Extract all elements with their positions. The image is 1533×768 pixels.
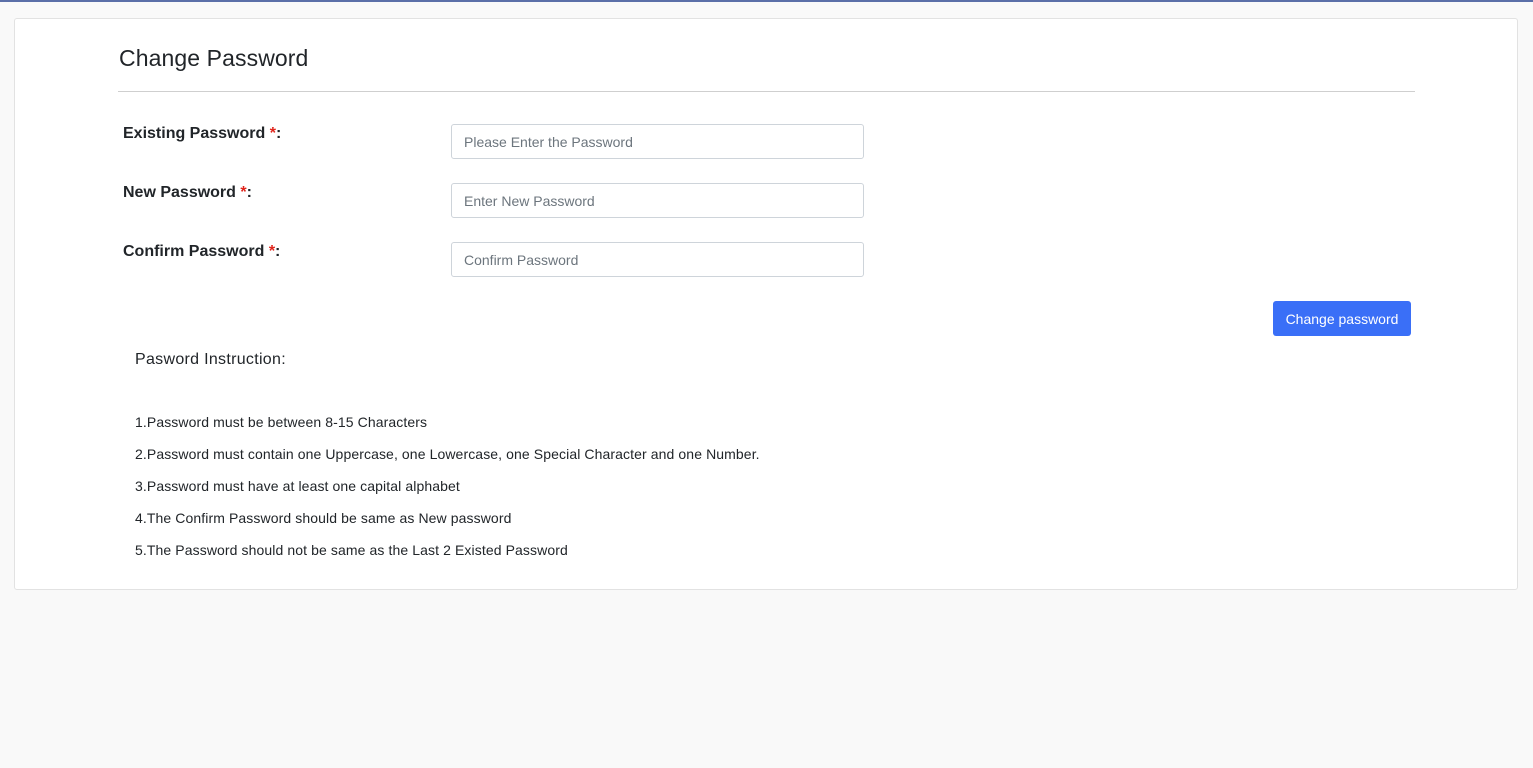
label-colon: : (275, 243, 281, 260)
existing-password-label-text: Existing Password (123, 125, 270, 142)
instruction-item: 3.Password must have at least one capita… (135, 478, 460, 494)
new-password-label-text: New Password (123, 184, 241, 201)
instruction-item: 2.Password must contain one Uppercase, o… (135, 446, 760, 462)
confirm-password-label: Confirm Password *: (123, 243, 280, 261)
confirm-password-label-text: Confirm Password (123, 243, 269, 260)
instructions-heading: Pasword Instruction: (135, 351, 286, 368)
change-password-card: Change Password Existing Password *: New… (14, 18, 1518, 590)
instruction-item: 4.The Confirm Password should be same as… (135, 510, 512, 526)
existing-password-label: Existing Password *: (123, 125, 281, 143)
new-password-label: New Password *: (123, 184, 252, 202)
label-colon: : (246, 184, 252, 201)
instructions-list: 1.Password must be between 8-15 Characte… (135, 413, 760, 573)
existing-password-input[interactable] (451, 124, 864, 159)
instruction-item: 5.The Password should not be same as the… (135, 542, 568, 558)
top-accent-bar (0, 0, 1533, 2)
label-colon: : (275, 125, 282, 142)
new-password-input[interactable] (451, 183, 864, 218)
instruction-item: 1.Password must be between 8-15 Characte… (135, 414, 428, 430)
title-divider (118, 91, 1415, 92)
confirm-password-input[interactable] (451, 242, 864, 277)
change-password-button[interactable]: Change password (1273, 301, 1411, 336)
page-title: Change Password (119, 45, 309, 71)
